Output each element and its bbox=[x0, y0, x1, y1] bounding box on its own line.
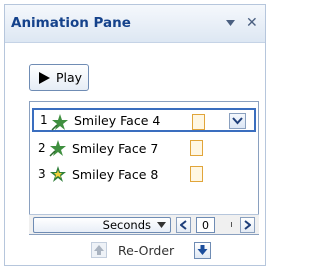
arrow-left-icon bbox=[180, 220, 187, 230]
item-label: Smiley Face 4 bbox=[74, 112, 161, 128]
list-item[interactable]: 1 Smiley Face 4 bbox=[32, 108, 256, 132]
seconds-label: Seconds bbox=[102, 218, 151, 232]
zoom-value-box[interactable]: 0 bbox=[196, 217, 215, 233]
list-item[interactable]: 3 Smiley Face 8 bbox=[32, 162, 256, 186]
timeline-bar: Seconds 0 bbox=[29, 214, 259, 234]
scroll-left-button[interactable] bbox=[176, 217, 191, 233]
animation-pane-frame: Animation Pane ✕ Play 1 Smiley Face 4 2 … bbox=[4, 4, 266, 266]
move-down-button[interactable] bbox=[194, 242, 211, 259]
chevron-down-icon bbox=[232, 117, 243, 125]
item-number: 3 bbox=[38, 167, 46, 181]
emphasis-effect-icon bbox=[50, 166, 66, 182]
move-up-icon[interactable] bbox=[91, 242, 107, 258]
timeline-tick bbox=[231, 222, 232, 227]
seconds-dropdown[interactable]: Seconds bbox=[33, 217, 171, 233]
scroll-right-button[interactable] bbox=[240, 217, 255, 233]
timing-bar bbox=[192, 114, 205, 130]
timing-bar bbox=[190, 166, 203, 182]
animation-pane: Animation Pane ✕ Play 1 Smiley Face 4 2 … bbox=[0, 0, 275, 269]
item-number: 2 bbox=[38, 141, 46, 155]
move-down-icon bbox=[197, 245, 208, 255]
item-menu-button[interactable] bbox=[229, 113, 246, 129]
timing-bar bbox=[190, 140, 203, 156]
entrance-effect-icon bbox=[51, 114, 68, 131]
entrance-effect-icon bbox=[49, 140, 66, 157]
pane-title-bar: Animation Pane ✕ bbox=[5, 5, 265, 43]
list-item[interactable]: 2 Smiley Face 7 bbox=[32, 136, 256, 160]
item-label: Smiley Face 8 bbox=[72, 166, 159, 182]
triangle-down-icon bbox=[157, 222, 166, 228]
item-label: Smiley Face 7 bbox=[72, 140, 159, 156]
play-button[interactable]: Play bbox=[29, 64, 89, 91]
close-icon[interactable]: ✕ bbox=[246, 15, 258, 31]
animation-list: 1 Smiley Face 4 2 Smiley Face 7 3 Smiley… bbox=[29, 101, 259, 235]
item-number: 1 bbox=[40, 113, 48, 127]
reorder-label: Re-Order bbox=[118, 243, 175, 258]
play-button-label: Play bbox=[56, 70, 83, 85]
pane-title: Animation Pane bbox=[11, 15, 131, 31]
triangle-down-icon[interactable] bbox=[225, 18, 236, 28]
arrow-right-icon bbox=[244, 220, 251, 230]
play-icon bbox=[39, 71, 50, 84]
